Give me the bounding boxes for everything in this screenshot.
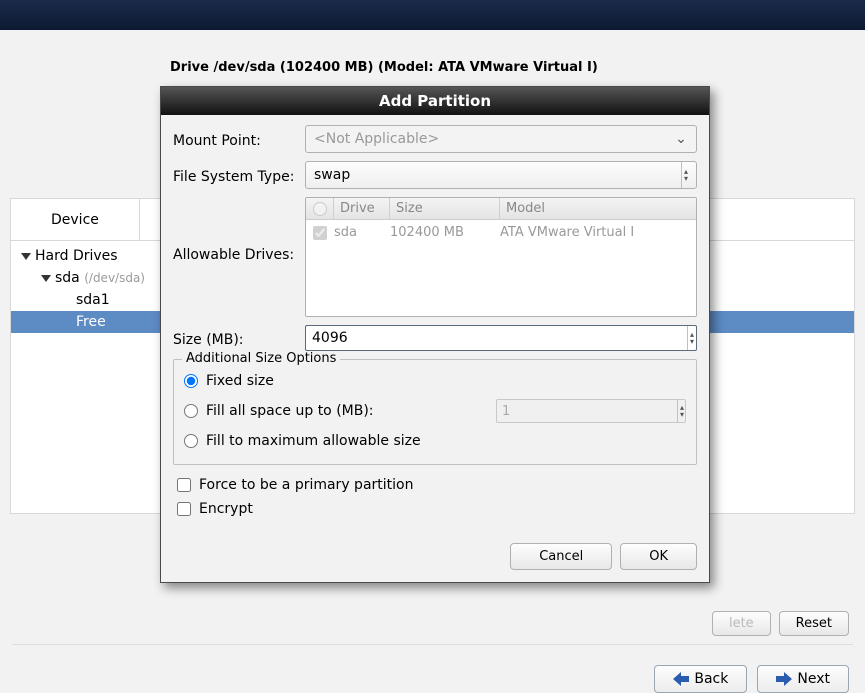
mount-point-label: Mount Point: xyxy=(173,129,305,149)
allowable-drives-label: Allowable Drives: xyxy=(173,197,305,263)
add-partition-dialog: Add Partition Mount Point: <Not Applicab… xyxy=(160,86,710,583)
fill-up-to-radio[interactable] xyxy=(184,404,198,418)
fill-up-to-input[interactable] xyxy=(497,400,677,422)
encrypt-checkbox[interactable] xyxy=(177,502,191,516)
tree-root-label: Hard Drives xyxy=(35,248,118,264)
arrow-right-icon xyxy=(776,672,792,686)
app-top-bar xyxy=(0,0,865,30)
fs-type-label: File System Type: xyxy=(173,165,305,185)
select-all-radio[interactable] xyxy=(313,202,327,216)
size-spinbox[interactable]: ▴▾ xyxy=(305,325,697,351)
size-label: Size (MB): xyxy=(173,328,305,348)
updown-icon[interactable]: ▴▾ xyxy=(687,326,696,350)
tree-free-label: Free xyxy=(76,314,106,330)
reset-button[interactable]: Reset xyxy=(779,611,849,636)
updown-icon[interactable]: ▴▾ xyxy=(677,400,686,422)
drive-row-model: ATA VMware Virtual I xyxy=(500,225,696,240)
encrypt-option[interactable]: Encrypt xyxy=(173,497,697,521)
fs-type-value: swap xyxy=(314,167,350,183)
force-primary-checkbox[interactable] xyxy=(177,478,191,492)
drives-col-drive[interactable]: Drive xyxy=(334,198,390,219)
back-button[interactable]: Back xyxy=(654,665,747,693)
fill-max-option[interactable]: Fill to maximum allowable size xyxy=(184,428,686,454)
ok-button[interactable]: OK xyxy=(620,543,697,570)
cancel-button[interactable]: Cancel xyxy=(510,543,612,570)
expand-icon[interactable] xyxy=(21,253,31,260)
dialog-title: Add Partition xyxy=(161,87,709,115)
mount-point-combo[interactable]: <Not Applicable> ⌄ xyxy=(305,125,697,153)
separator xyxy=(12,644,853,645)
fill-up-to-option[interactable]: Fill all space up to (MB): ▴▾ xyxy=(184,394,686,428)
fixed-size-radio[interactable] xyxy=(184,374,198,388)
delete-button[interactable]: lete xyxy=(712,611,771,636)
drives-table-row[interactable]: sda 102400 MB ATA VMware Virtual I xyxy=(306,220,696,245)
additional-size-legend: Additional Size Options xyxy=(182,351,340,366)
drive-row-size: 102400 MB xyxy=(390,225,500,240)
updown-icon: ▴▾ xyxy=(681,162,690,188)
fill-max-label: Fill to maximum allowable size xyxy=(206,433,421,449)
drives-col-size[interactable]: Size xyxy=(390,198,500,219)
force-primary-option[interactable]: Force to be a primary partition xyxy=(173,473,697,497)
next-label: Next xyxy=(797,671,830,687)
drive-row-checkbox[interactable] xyxy=(313,226,327,240)
tree-drive-name: sda xyxy=(55,270,80,286)
tree-drive-path: (/dev/sda) xyxy=(84,271,145,285)
fill-up-to-label: Fill all space up to (MB): xyxy=(206,403,374,419)
encrypt-label: Encrypt xyxy=(199,501,253,517)
device-column-title: Device xyxy=(11,199,140,240)
fixed-size-option[interactable]: Fixed size xyxy=(184,368,686,394)
arrow-left-icon xyxy=(673,672,689,686)
fixed-size-label: Fixed size xyxy=(206,373,274,389)
expand-icon[interactable] xyxy=(41,275,51,282)
chevron-down-icon: ⌄ xyxy=(672,131,690,147)
next-button[interactable]: Next xyxy=(757,665,849,693)
additional-size-options: Additional Size Options Fixed size Fill … xyxy=(173,359,697,465)
drives-table-header: Drive Size Model xyxy=(306,198,696,220)
force-primary-label: Force to be a primary partition xyxy=(199,477,413,493)
fill-up-to-spinbox[interactable]: ▴▾ xyxy=(496,399,686,423)
drive-row-name: sda xyxy=(334,225,390,240)
size-input[interactable] xyxy=(306,326,687,350)
fill-max-radio[interactable] xyxy=(184,434,198,448)
drives-col-model[interactable]: Model xyxy=(500,198,696,219)
back-label: Back xyxy=(694,671,728,687)
drives-col-check[interactable] xyxy=(306,198,334,219)
mount-point-value: <Not Applicable> xyxy=(314,131,439,147)
allowable-drives-table[interactable]: Drive Size Model sda 102400 MB ATA VMwar… xyxy=(305,197,697,317)
fs-type-combo[interactable]: swap ▴▾ xyxy=(305,161,697,189)
tree-partition-label: sda1 xyxy=(76,292,110,308)
drive-summary-label: Drive /dev/sda (102400 MB) (Model: ATA V… xyxy=(170,60,855,75)
